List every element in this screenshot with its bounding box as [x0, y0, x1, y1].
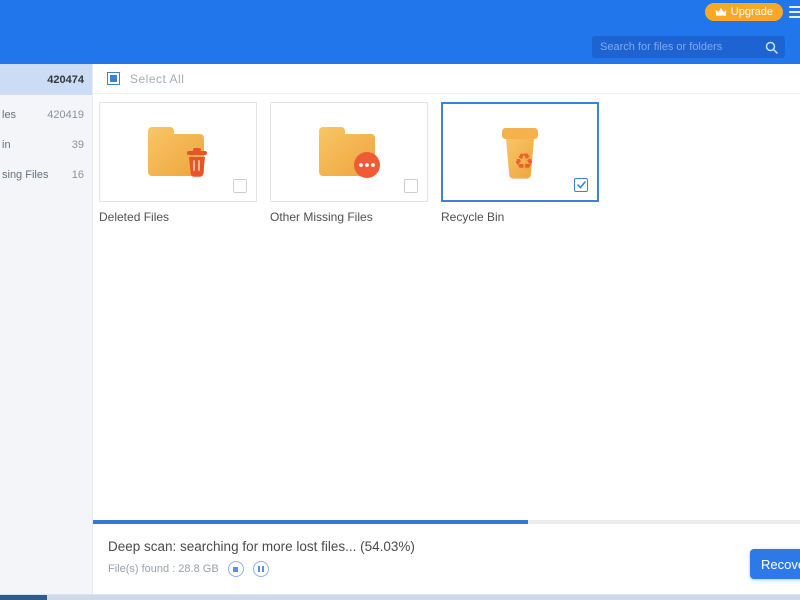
folder-trash-icon — [140, 121, 216, 188]
search-icon[interactable] — [765, 41, 778, 54]
scan-status-panel: Deep scan: searching for more lost files… — [93, 520, 800, 594]
card-label: Deleted Files — [99, 210, 170, 224]
upgrade-label: Upgrade — [730, 6, 773, 18]
card-deleted-files-wrap: Deleted Files — [99, 102, 257, 224]
sidebar-item-recycle-bin[interactable]: in 39 — [0, 130, 92, 160]
select-all-row: Select All — [93, 64, 800, 94]
card-recycle-bin[interactable]: ♻ — [441, 102, 599, 202]
card-checkbox-checked[interactable] — [574, 178, 588, 192]
sidebar-item-deleted-files[interactable]: les 420419 — [0, 100, 92, 130]
sidebar-item-all[interactable]: 420474 — [0, 64, 92, 95]
recover-button[interactable]: Recover 3 — [750, 549, 800, 579]
upgrade-button[interactable]: Upgrade — [704, 3, 783, 21]
crown-icon — [715, 7, 727, 17]
card-label: Recycle Bin — [441, 210, 505, 224]
sidebar-item-label: sing Files — [2, 169, 49, 181]
sidebar-item-label: in — [2, 139, 11, 151]
card-recycle-bin-wrap: ♻ Recycle Bin — [441, 102, 599, 224]
search-bar[interactable] — [592, 36, 785, 58]
select-all-label: Select All — [130, 71, 185, 86]
data-recovery-app-window: Upgrade 420474 les 420419 — [0, 0, 800, 600]
card-label: Other Missing Files — [270, 210, 373, 224]
sidebar-item-count: 16 — [71, 169, 84, 181]
sidebar-item-other-missing-files[interactable]: sing Files 16 — [0, 160, 92, 190]
hamburger-menu-icon[interactable] — [789, 6, 800, 21]
select-all-checkbox[interactable] — [107, 72, 120, 85]
stop-scan-button[interactable] — [227, 561, 244, 577]
app-header: Upgrade — [0, 0, 800, 64]
main-content: Select All Deleted Files Other Missing F… — [93, 64, 800, 594]
svg-text:♻: ♻ — [514, 150, 534, 175]
folder-ellipsis-icon — [311, 121, 387, 188]
scan-info: Deep scan: searching for more lost files… — [93, 524, 800, 594]
bottom-progress-strip — [0, 594, 800, 600]
sidebar-file-tree: 420474 les 420419 in 39 sing Files 16 — [0, 64, 93, 594]
bottom-progress-strip-fill — [0, 595, 47, 600]
sidebar-item-label: les — [2, 109, 17, 121]
card-other-missing-files-wrap: Other Missing Files — [270, 102, 428, 224]
scan-status-text: Deep scan: searching for more lost files… — [108, 539, 415, 554]
files-found-row: File(s) found : 28.8 GB — [108, 561, 800, 577]
sidebar-item-count: 39 — [71, 139, 84, 151]
sidebar-item-count: 420419 — [47, 109, 84, 121]
sidebar-item-count: 420474 — [47, 73, 84, 86]
app-body: 420474 les 420419 in 39 sing Files 16 Se… — [0, 64, 800, 594]
folder-cards: Deleted Files Other Missing Files ♻ Recy… — [93, 94, 800, 224]
card-deleted-files[interactable] — [99, 102, 257, 202]
search-input[interactable] — [592, 41, 765, 53]
card-checkbox-unchecked[interactable] — [404, 179, 418, 193]
files-found-text: File(s) found : 28.8 GB — [108, 563, 219, 575]
recycle-bin-icon: ♻ — [488, 122, 552, 191]
pause-scan-button[interactable] — [252, 561, 269, 577]
card-other-missing-files[interactable] — [270, 102, 428, 202]
card-checkbox-unchecked[interactable] — [233, 179, 247, 193]
